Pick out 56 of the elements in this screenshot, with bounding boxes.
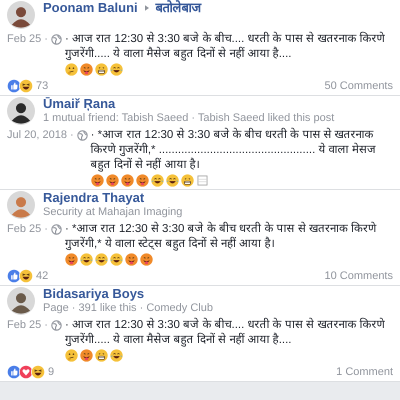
laughing-reaction-icon (19, 79, 33, 93)
reaction-count: 73 (36, 79, 48, 93)
author-name[interactable]: Rajendra Thayat (43, 191, 144, 205)
laughing-reaction-icon (31, 365, 45, 379)
tongue-face-icon (90, 174, 104, 187)
heart-reaction-icon (19, 365, 33, 379)
post-text: · आज रात 12:30 से 3:30 बजे के बीच.... धरती के पास से खतरनाक किरणे गुजरेंगी..... ये वाला मैसेज बहुत दिनों से नहीं आया है.... (64, 318, 386, 348)
like-reaction-icon (7, 269, 21, 283)
laughing-reaction-icon (19, 269, 33, 283)
tears-of-joy-face-icon (166, 174, 179, 187)
post-date[interactable]: Jul 20, 2018 · (7, 128, 74, 143)
tears-of-joy-face-icon (110, 253, 123, 266)
grinning-face-icon (180, 174, 194, 187)
comments-link[interactable]: 10 Comments (324, 269, 393, 283)
grinning-face-icon (94, 63, 108, 76)
author-name[interactable]: Ūmaiř Ŗana (43, 97, 116, 111)
tears-of-joy-face-icon (110, 63, 123, 76)
arrow-icon (142, 4, 151, 12)
post-date[interactable]: Feb 25 · (7, 32, 48, 47)
tongue-face-icon (120, 174, 134, 187)
thinking-face-icon (64, 349, 78, 362)
tears-of-joy-face-icon (80, 253, 93, 266)
author-subtitle: 1 mutual friend: Tabish Saeed · Tabish Saeed liked this post (43, 111, 334, 125)
reaction-count: 9 (48, 365, 54, 379)
post-text: · *आज रात 12:30 से 3:30 बजे के बीच धरती के पास से खतरनाक किरणे गुजरेंगी,* ................................................. ये वाला मेसज बहुत दिनों से नहीं आया है। (90, 128, 377, 173)
group-name[interactable]: बतोलेबाज (156, 1, 202, 15)
author-name[interactable]: Poonam Baluni (43, 1, 138, 15)
reaction-count: 42 (36, 269, 48, 283)
like-reaction-icon (7, 365, 21, 379)
tongue-face-icon (80, 63, 93, 76)
grinning-face-icon (94, 349, 108, 362)
author-subtitle: Security at Mahajan Imaging (43, 205, 182, 219)
comments-link[interactable]: 50 Comments (324, 79, 393, 93)
tears-of-joy-face-icon (110, 349, 123, 362)
comments-link[interactable]: 1 Comment (336, 365, 393, 379)
tongue-face-icon (80, 349, 93, 362)
post-date[interactable]: Feb 25 · (7, 222, 48, 237)
globe-icon (50, 320, 62, 331)
thinking-face-icon (64, 63, 78, 76)
tongue-face-icon (136, 174, 149, 187)
globe-icon (50, 224, 62, 235)
globe-icon (76, 130, 88, 141)
missing-glyph-icon (196, 174, 209, 187)
post-text: · *आज रात 12:30 से 3:30 बजे के बीच धरती के पास से खतरनाक किरणे गुजरेंगी,* ये वाला स्टेट्स बहुत दिनों से नहीं आया है। (64, 222, 378, 252)
tongue-face-icon (106, 174, 119, 187)
post-text: · आज रात 12:30 से 3:30 बजे के बीच.... धरती के पास से खतरनाक किरणे गुजरेंगी..... ये वाला मैसेज बहुत दिनों से नहीं आया है.... (64, 32, 386, 62)
post-date[interactable]: Feb 25 · (7, 318, 48, 333)
tongue-face-icon (64, 253, 78, 266)
tongue-face-icon (124, 253, 138, 266)
tears-of-joy-face-icon (150, 174, 164, 187)
like-reaction-icon (7, 79, 21, 93)
tears-of-joy-face-icon (94, 253, 108, 266)
globe-icon (50, 34, 62, 45)
tongue-face-icon (140, 253, 153, 266)
author-name[interactable]: Bidasariya Boys (43, 287, 144, 301)
author-subtitle: Page · 391 like this · Comedy Club (43, 301, 213, 315)
